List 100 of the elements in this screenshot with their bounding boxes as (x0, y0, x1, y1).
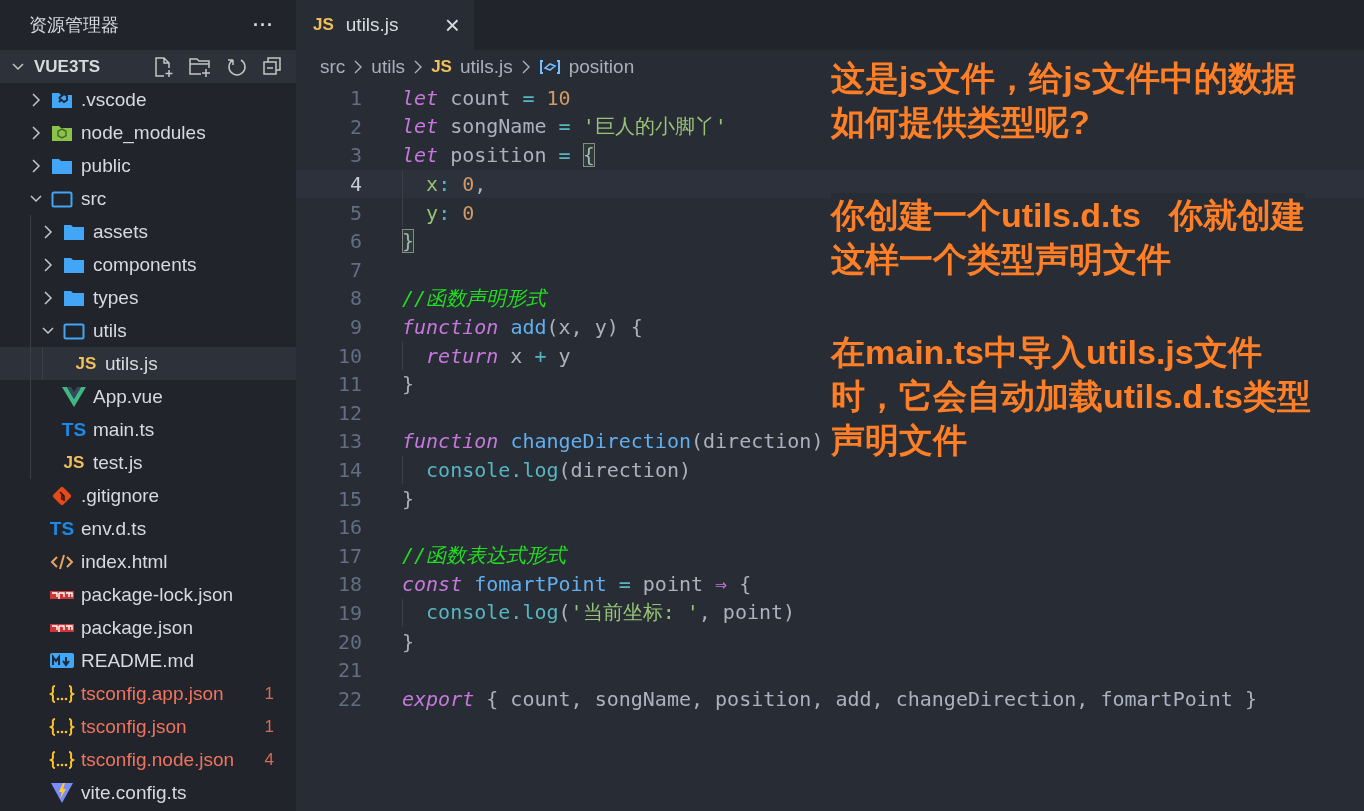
code-icon (50, 552, 74, 571)
folder-icon (63, 321, 85, 340)
npm-icon (50, 622, 74, 633)
code-line: console.log(direction) (425, 458, 691, 482)
line-number: 2 (348, 114, 362, 139)
file-tree-item[interactable]: index.html (0, 545, 296, 578)
line-number: 12 (336, 400, 362, 425)
file-tree-item[interactable]: TS env.d.ts (0, 512, 296, 545)
line-number: 9 (348, 315, 362, 340)
code-line: } (402, 372, 415, 397)
folder-icon (51, 90, 73, 109)
code-line: const fomartPoint = point ⇒ { (402, 572, 752, 597)
file-tree-item[interactable]: App.vue (0, 380, 296, 413)
new-file-icon[interactable] (152, 55, 174, 78)
line-number: 5 (348, 200, 362, 225)
file-tree-item[interactable]: node_modules (0, 116, 296, 149)
file-tree-item[interactable]: utils (0, 314, 296, 347)
braces-icon (49, 683, 75, 704)
code-line: export { count, songName, position, add, changeDirection, fomartPoint } (402, 686, 1257, 711)
breadcrumb-item[interactable]: src (320, 56, 346, 78)
code-line: let position = { (402, 143, 595, 168)
folder-icon (63, 288, 85, 307)
line-number: 13 (336, 429, 362, 454)
file-tree-item[interactable]: tsconfig.json 1 (0, 710, 296, 743)
file-tree-item[interactable]: public (0, 149, 296, 182)
breadcrumb-item[interactable]: utils.js (459, 56, 513, 78)
js-icon: JS (431, 57, 452, 77)
line-number: 16 (336, 515, 362, 540)
line-number: 7 (348, 257, 362, 282)
line-number: 8 (348, 286, 362, 311)
file-tree-item[interactable]: README.md (0, 644, 296, 677)
file-tree-item[interactable]: src (0, 182, 296, 215)
breadcrumb-item[interactable]: position (568, 56, 635, 78)
code-line: } (402, 486, 415, 511)
file-tree-item[interactable]: assets (0, 215, 296, 248)
braces-icon (49, 716, 75, 737)
chevron-icon (42, 257, 54, 272)
folder-icon (51, 123, 73, 142)
line-number: 3 (348, 143, 362, 168)
folder-icon (63, 222, 85, 241)
code-line: return x + y (425, 343, 571, 368)
chevron-icon (520, 60, 531, 74)
js-icon: JS (313, 15, 334, 35)
panel-title: 资源管理器 (29, 14, 119, 37)
line-number: 20 (336, 629, 362, 654)
project-header[interactable]: VUE3TS (0, 50, 296, 83)
line-number: 10 (336, 343, 362, 368)
line-number: 6 (348, 229, 362, 254)
problem-count: 4 (264, 749, 274, 770)
line-number: 18 (336, 572, 362, 597)
code-line: function changeDirection(direction) (402, 429, 824, 454)
chevron-icon (353, 60, 364, 74)
markdown-icon (50, 652, 74, 669)
file-tree-item[interactable]: types (0, 281, 296, 314)
problem-count: 1 (264, 683, 274, 704)
code-line: let count = 10 (402, 86, 571, 111)
file-tree-item[interactable]: tsconfig.node.json 4 (0, 743, 296, 776)
code-line: x: 0, (425, 172, 487, 197)
code-line: y: 0 (425, 200, 475, 225)
code-line: } (402, 629, 415, 654)
npm-icon (50, 589, 74, 600)
line-number: 21 (336, 658, 362, 683)
line-number: 1 (348, 86, 362, 111)
new-folder-icon[interactable] (188, 55, 212, 78)
collapse-all-icon[interactable] (262, 55, 282, 76)
line-number: 22 (336, 686, 362, 711)
file-tree-item[interactable]: JS test.js (0, 446, 296, 479)
editor-tab[interactable]: JS utils.js × (296, 0, 474, 50)
line-number: 14 (336, 458, 362, 482)
file-tree-item[interactable]: .vscode (0, 83, 296, 116)
variable-icon (538, 59, 561, 75)
ts-icon: TS (49, 517, 75, 540)
chevron-icon (42, 224, 54, 239)
js-icon: JS (75, 353, 97, 374)
file-tree-item[interactable]: tsconfig.app.json 1 (0, 677, 296, 710)
ts-icon: TS (61, 418, 87, 441)
file-tree-item[interactable]: package-lock.json (0, 578, 296, 611)
file-tree-item[interactable]: package.json (0, 611, 296, 644)
code-line: function add(x, y) { (402, 315, 643, 340)
lightning-icon (50, 780, 74, 805)
vue-icon (62, 386, 86, 407)
file-tree-item[interactable]: components (0, 248, 296, 281)
folder-icon (51, 156, 73, 175)
code-line: //函数表达式形式 (402, 542, 567, 570)
file-tree-item[interactable]: .gitignore (0, 479, 296, 512)
line-number: 15 (336, 486, 362, 511)
file-tree-item[interactable]: vite.config.ts (0, 776, 296, 809)
file-tree-item[interactable]: TS main.ts (0, 413, 296, 446)
chevron-icon (30, 158, 42, 173)
breadcrumb-item[interactable]: utils (371, 56, 406, 78)
folder-icon (63, 255, 85, 274)
line-number: 4 (348, 172, 362, 197)
chevron-icon (413, 60, 424, 74)
line-number: 11 (336, 372, 362, 397)
file-tree-item[interactable]: JS utils.js (0, 347, 296, 380)
more-actions-button[interactable]: ··· (253, 14, 274, 36)
code-line: let songName = '巨人的小脚丫' (402, 113, 727, 141)
braces-icon (49, 749, 75, 770)
line-number: 19 (336, 601, 362, 625)
close-icon[interactable]: × (444, 9, 460, 41)
